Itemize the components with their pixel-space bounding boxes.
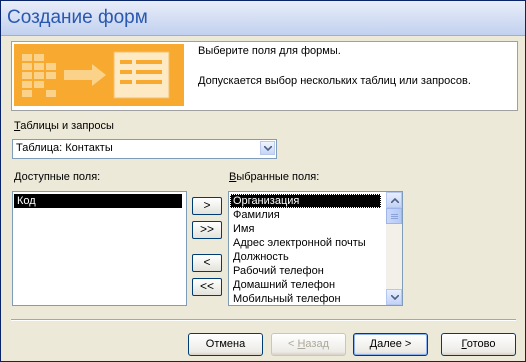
form-wizard-illustration-icon [14, 44, 184, 106]
selected-field-item[interactable]: Домашний телефон [230, 278, 335, 292]
footer-divider [11, 319, 516, 321]
selected-field-item[interactable]: Рабочий телефон [230, 264, 324, 278]
combobox-dropdown-button[interactable] [260, 141, 275, 155]
selected-field-item[interactable]: Должность [230, 250, 289, 264]
selected-fields-list[interactable]: Организация Фамилия Имя Адрес электронно… [228, 191, 403, 306]
chevron-down-icon [264, 146, 272, 151]
cancel-button[interactable]: Отмена [188, 333, 263, 356]
tables-queries-label: Таблицы и запросы [14, 120, 114, 132]
tables-queries-combobox[interactable]: Таблица: Контакты [12, 139, 277, 159]
next-button[interactable]: Далее > [353, 333, 428, 356]
chevron-up-icon [391, 198, 399, 203]
scroll-thumb[interactable] [386, 208, 402, 224]
form-wizard-window: Создание форм Выберите поля для формы. Д… [0, 0, 526, 362]
scroll-down-button[interactable] [386, 289, 402, 305]
scroll-up-button[interactable] [386, 192, 402, 208]
selected-field-item[interactable]: Адрес электронной почты [230, 236, 366, 250]
selected-field-item[interactable]: Мобильный телефон [230, 292, 341, 305]
selected-fields-scrollbar[interactable] [386, 192, 402, 305]
wizard-title-bar: Создание форм [1, 1, 525, 36]
selected-field-item[interactable]: Имя [230, 222, 254, 236]
wizard-title: Создание форм [7, 7, 148, 28]
available-fields-label: Доступные поля: [14, 171, 101, 183]
selected-field-item[interactable]: Организация [230, 194, 381, 208]
header-instruction: Выберите поля для формы. [198, 45, 341, 57]
header-hint: Допускается выбор нескольких таблиц или … [198, 75, 471, 87]
add-all-fields-button[interactable]: >> [192, 221, 222, 239]
finish-button[interactable]: Готово [441, 333, 516, 356]
remove-field-button[interactable]: < [192, 254, 222, 272]
selected-fields-label: Выбранные поля: [229, 171, 320, 183]
wizard-header-panel: Выберите поля для формы. Допускается выб… [11, 41, 518, 111]
back-button[interactable]: < Назад [271, 333, 346, 356]
remove-all-fields-button[interactable]: << [192, 278, 222, 296]
available-field-item[interactable]: Код [14, 194, 182, 208]
tables-queries-selected-value: Таблица: Контакты [16, 142, 113, 154]
selected-field-item[interactable]: Фамилия [230, 208, 280, 222]
chevron-down-icon [391, 295, 399, 300]
available-fields-list[interactable]: Код [12, 191, 187, 306]
add-field-button[interactable]: > [192, 197, 222, 215]
